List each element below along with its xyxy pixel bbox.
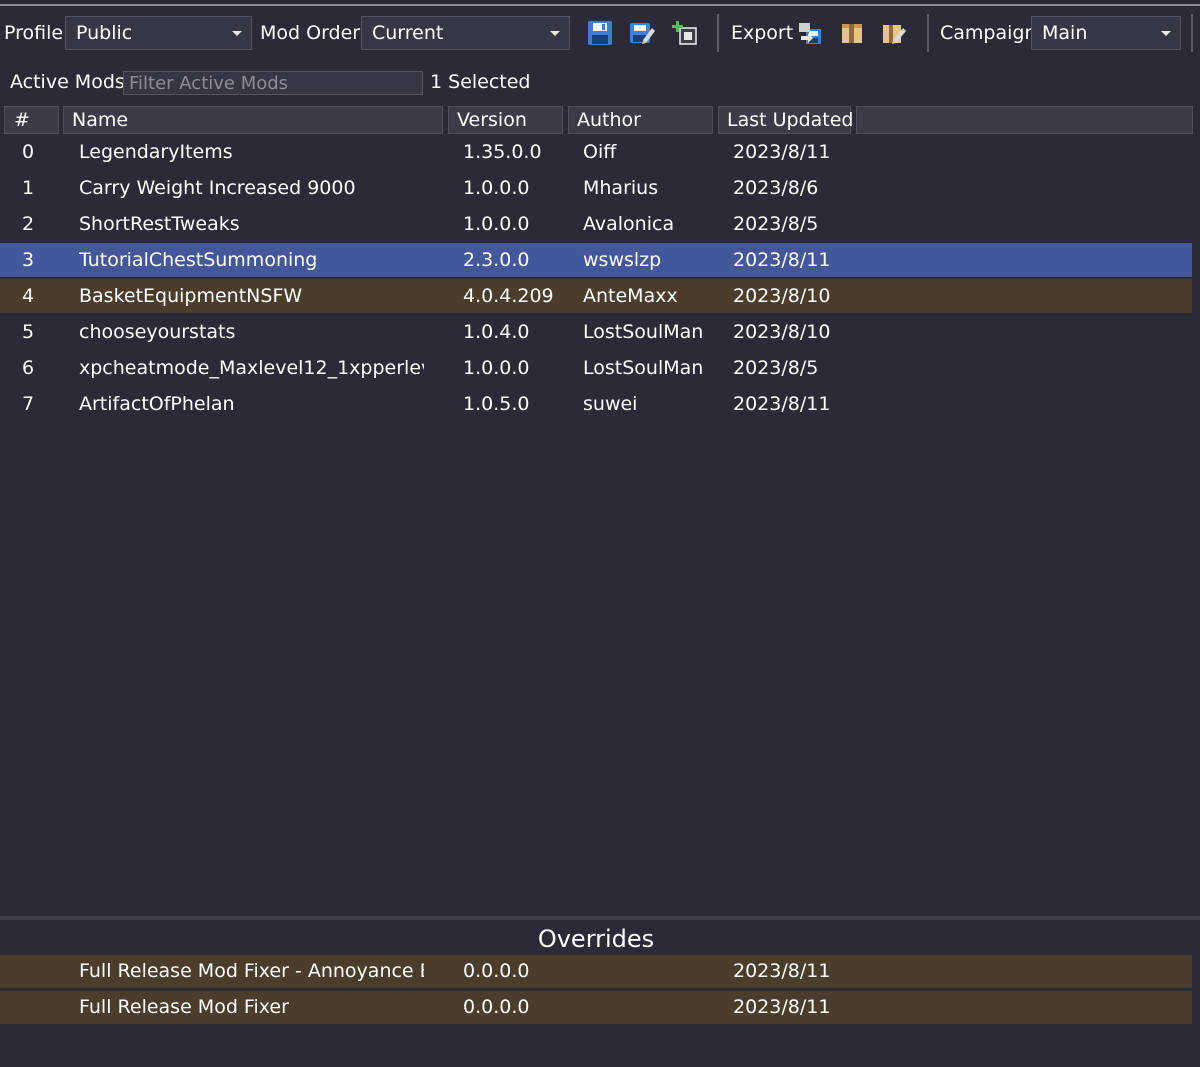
save-icon[interactable]	[587, 20, 613, 46]
row-index: 7	[22, 393, 35, 415]
active-mods-label: Active Mods	[10, 71, 125, 93]
row-version: 2.3.0.0	[463, 249, 530, 271]
row-version: 4.0.4.209	[463, 285, 554, 307]
row-index: 6	[22, 357, 35, 379]
column-header-author[interactable]: Author	[568, 106, 713, 134]
export-to-game-icon[interactable]	[797, 20, 823, 46]
profile-label: Profile	[4, 22, 64, 44]
column-header-version[interactable]: Version	[448, 106, 563, 134]
row-index: 5	[22, 321, 35, 343]
table-row[interactable]: 0 LegendaryItems 1.35.0.0 Oiff 2023/8/11	[0, 135, 1192, 169]
row-last-updated: 2023/8/5	[733, 213, 819, 235]
column-header-last-updated[interactable]: Last Updated	[718, 106, 854, 134]
override-row[interactable]: Full Release Mod Fixer - Annoyance Beg 0…	[0, 955, 1192, 988]
filter-active-mods-input[interactable]	[123, 71, 423, 95]
profile-dropdown[interactable]: Public	[65, 16, 252, 50]
override-row[interactable]: Full Release Mod Fixer 0.0.0.0 2023/8/11	[0, 991, 1192, 1024]
table-row-highlighted[interactable]: 4 BasketEquipmentNSFW 4.0.4.209 AnteMaxx…	[0, 279, 1192, 313]
mod-order-value: Current	[372, 22, 444, 44]
row-version: 1.0.5.0	[463, 393, 530, 415]
table-row[interactable]: 2 ShortRestTweaks 1.0.0.0 Avalonica 2023…	[0, 207, 1192, 241]
row-last-updated: 2023/8/11	[733, 249, 831, 271]
row-name: LegendaryItems	[79, 141, 233, 163]
row-last-updated: 2023/8/11	[733, 393, 831, 415]
overrides-title: Overrides	[537, 925, 655, 953]
override-name: Full Release Mod Fixer	[79, 996, 289, 1018]
chevron-down-icon	[232, 31, 242, 36]
row-version: 1.0.4.0	[463, 321, 530, 343]
row-last-updated: 2023/8/5	[733, 357, 819, 379]
row-last-updated: 2023/8/11	[733, 141, 831, 163]
export-archive-icon[interactable]	[839, 20, 865, 46]
table-row-selected[interactable]: 3 TutorialChestSummoning 2.3.0.0 wswslzp…	[0, 243, 1192, 277]
row-name: Carry Weight Increased 9000	[79, 177, 356, 199]
row-author: AnteMaxx	[583, 285, 678, 307]
table-row[interactable]: 7 ArtifactOfPhelan 1.0.5.0 suwei 2023/8/…	[0, 387, 1192, 421]
row-name: ArtifactOfPhelan	[79, 393, 235, 415]
selection-status: 1 Selected	[430, 71, 531, 93]
row-author: wswslzp	[583, 249, 662, 271]
profile-value: Public	[76, 22, 133, 44]
row-name: ShortRestTweaks	[79, 213, 240, 235]
row-version: 1.35.0.0	[463, 141, 542, 163]
row-author: Avalonica	[583, 213, 675, 235]
row-version: 1.0.0.0	[463, 213, 530, 235]
row-name: TutorialChestSummoning	[79, 249, 318, 271]
toolbar-separator	[927, 14, 929, 52]
new-order-icon[interactable]	[672, 20, 698, 46]
mod-order-dropdown[interactable]: Current	[361, 16, 570, 50]
chevron-down-icon	[550, 31, 560, 36]
row-name: BasketEquipmentNSFW	[79, 285, 303, 307]
toolbar-separator	[1191, 14, 1193, 52]
save-as-icon[interactable]	[629, 20, 655, 46]
override-last-updated: 2023/8/11	[733, 960, 831, 982]
row-index: 3	[22, 249, 35, 271]
row-version: 1.0.0.0	[463, 357, 530, 379]
toolbar-separator	[717, 14, 719, 52]
column-header-filler	[856, 106, 1193, 134]
row-author: Oiff	[583, 141, 617, 163]
table-row[interactable]: 1 Carry Weight Increased 9000 1.0.0.0 Mh…	[0, 171, 1192, 205]
top-border	[0, 4, 1200, 6]
column-header-index[interactable]: #	[4, 106, 59, 134]
row-author: LostSoulMan	[583, 321, 704, 343]
overrides-splitter[interactable]	[0, 916, 1200, 920]
row-last-updated: 2023/8/6	[733, 177, 819, 199]
chevron-down-icon	[1161, 31, 1171, 36]
override-last-updated: 2023/8/11	[733, 996, 831, 1018]
export-as-icon[interactable]	[881, 20, 907, 46]
row-index: 1	[22, 177, 35, 199]
row-index: 2	[22, 213, 35, 235]
row-author: LostSoulMan	[583, 357, 704, 379]
campaign-dropdown[interactable]: Main	[1031, 16, 1181, 50]
row-last-updated: 2023/8/10	[733, 321, 831, 343]
row-last-updated: 2023/8/10	[733, 285, 831, 307]
column-header-name[interactable]: Name	[63, 106, 443, 134]
mod-order-label: Mod Order	[260, 22, 361, 44]
row-author: suwei	[583, 393, 638, 415]
table-row[interactable]: 5 chooseyourstats 1.0.4.0 LostSoulMan 20…	[0, 315, 1192, 349]
override-version: 0.0.0.0	[463, 996, 530, 1018]
campaign-value: Main	[1042, 22, 1088, 44]
override-name: Full Release Mod Fixer - Annoyance Beg	[79, 960, 424, 982]
override-version: 0.0.0.0	[463, 960, 530, 982]
row-name: chooseyourstats	[79, 321, 236, 343]
row-name: xpcheatmode_Maxlevel12_1xpperlevel	[79, 357, 424, 379]
campaign-label: Campaign	[940, 22, 1037, 44]
table-row[interactable]: 6 xpcheatmode_Maxlevel12_1xpperlevel 1.0…	[0, 351, 1192, 385]
row-version: 1.0.0.0	[463, 177, 530, 199]
row-index: 0	[22, 141, 35, 163]
row-author: Mharius	[583, 177, 659, 199]
export-label: Export	[731, 22, 794, 44]
row-index: 4	[22, 285, 35, 307]
